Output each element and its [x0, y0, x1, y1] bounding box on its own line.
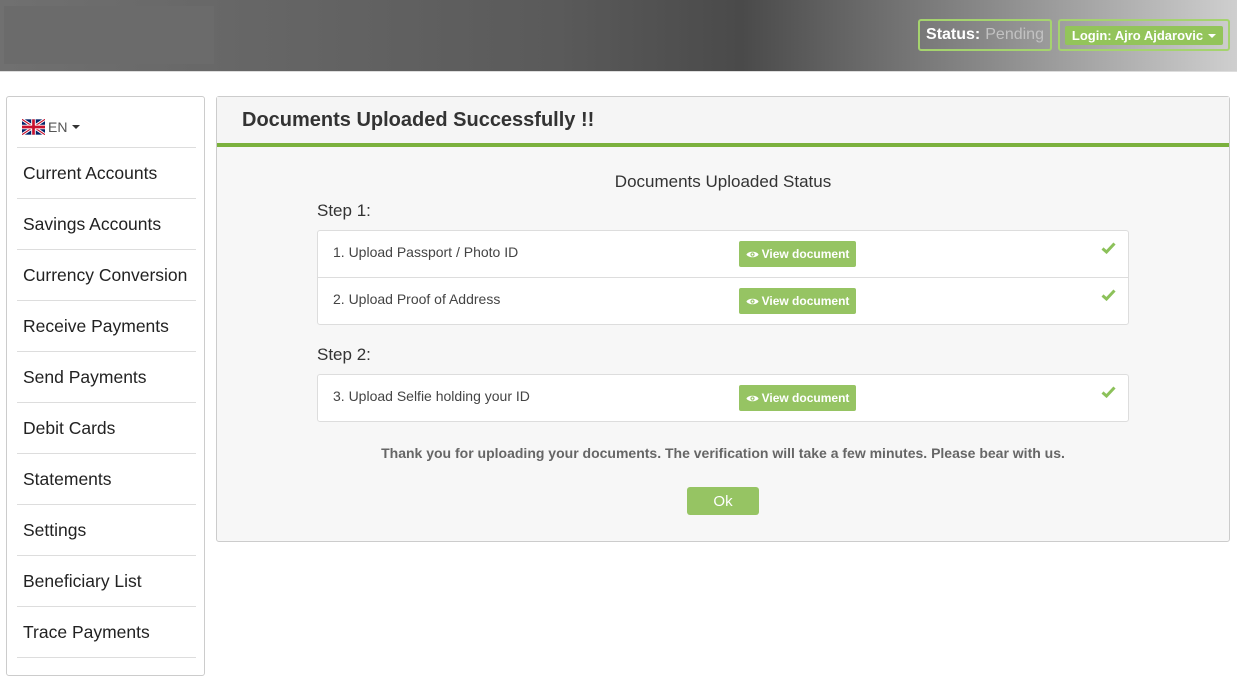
eye-icon [746, 395, 759, 401]
sidebar-item-receive-payments[interactable]: Receive Payments [17, 301, 196, 352]
documents-panel: Documents Uploaded Successfully !! Docum… [216, 96, 1230, 542]
sidebar-nav: Current Accounts Savings Accounts Curren… [17, 147, 196, 658]
step-1-label: Step 1: [317, 201, 371, 220]
caret-down-icon [1208, 33, 1217, 38]
uk-flag-icon [22, 119, 45, 135]
caret-down-icon [72, 125, 81, 129]
sidebar: EN Current Accounts Savings Accounts Cur… [6, 96, 205, 676]
document-row: 1. Upload Passport / Photo ID View docum… [318, 231, 1128, 278]
status-subtitle: Documents Uploaded Status [614, 172, 832, 191]
status-label: Status: [926, 26, 981, 43]
sidebar-item-savings-accounts[interactable]: Savings Accounts [17, 199, 196, 250]
sidebar-item-trace-payments[interactable]: Trace Payments [17, 607, 196, 658]
sidebar-item-settings[interactable]: Settings [17, 505, 196, 556]
check-icon [1101, 386, 1116, 398]
sidebar-item-statements[interactable]: Statements [17, 454, 196, 505]
step-2-card: 3. Upload Selfie holding your ID View do… [317, 374, 1129, 422]
eye-icon [746, 251, 759, 257]
login-dropdown-wrapper: Login: Ajro Ajdarovic [1058, 19, 1230, 51]
check-icon [1101, 289, 1116, 301]
sidebar-item-send-payments[interactable]: Send Payments [17, 352, 196, 403]
status-value: Pending [985, 26, 1044, 43]
view-document-button[interactable]: View document [739, 288, 856, 314]
sidebar-item-beneficiary-list[interactable]: Beneficiary List [17, 556, 196, 607]
document-row: 2. Upload Proof of Address View document [318, 278, 1128, 324]
step-1-card: 1. Upload Passport / Photo ID View docum… [317, 230, 1129, 325]
sidebar-item-currency-conversion[interactable]: Currency Conversion [17, 250, 196, 301]
check-icon [1101, 242, 1116, 254]
status-badge: Status: Pending [918, 19, 1052, 51]
document-label: 3. Upload Selfie holding your ID [333, 388, 530, 404]
view-document-label: View document [761, 391, 850, 405]
document-label: 1. Upload Passport / Photo ID [333, 244, 519, 260]
view-document-label: View document [761, 294, 850, 308]
document-row: 3. Upload Selfie holding your ID View do… [318, 375, 1128, 421]
top-header: Status: Pending Login: Ajro Ajdarovic [0, 0, 1237, 72]
language-selector[interactable]: EN [22, 119, 81, 135]
view-document-button[interactable]: View document [739, 385, 856, 411]
ok-button[interactable]: Ok [687, 487, 759, 515]
eye-icon [746, 298, 759, 304]
confirmation-message: Thank you for uploading your documents. … [381, 445, 1065, 461]
page-title: Documents Uploaded Successfully !! [217, 97, 1229, 147]
view-document-label: View document [761, 247, 850, 261]
login-dropdown-button[interactable]: Login: Ajro Ajdarovic [1065, 26, 1223, 45]
sidebar-item-current-accounts[interactable]: Current Accounts [17, 148, 196, 199]
view-document-button[interactable]: View document [739, 241, 856, 267]
login-label: Login: Ajro Ajdarovic [1071, 28, 1204, 43]
sidebar-item-debit-cards[interactable]: Debit Cards [17, 403, 196, 454]
document-label: 2. Upload Proof of Address [333, 291, 501, 307]
step-2-label: Step 2: [317, 345, 371, 364]
language-label: EN [48, 119, 68, 135]
logo [4, 6, 214, 64]
